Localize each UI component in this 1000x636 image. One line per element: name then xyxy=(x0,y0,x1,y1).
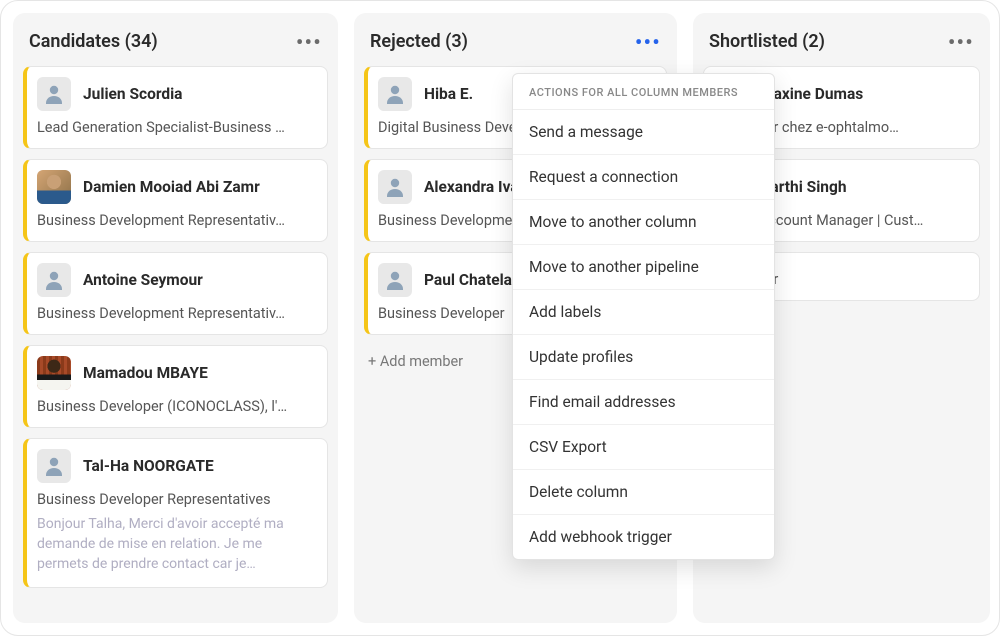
avatar-icon xyxy=(37,449,71,483)
column-title: Shortlisted (2) xyxy=(709,31,825,52)
candidate-name: Mamadou MBAYE xyxy=(83,364,208,382)
candidate-card[interactable]: Julien Scordia Lead Generation Specialis… xyxy=(23,66,328,149)
candidate-card[interactable]: Damien Mooiad Abi Zamr Business Developm… xyxy=(23,159,328,242)
menu-send-message[interactable]: Send a message xyxy=(513,110,774,155)
menu-update-profiles[interactable]: Update profiles xyxy=(513,335,774,380)
column-header: Candidates (34) ••• xyxy=(23,23,328,66)
menu-add-labels[interactable]: Add labels xyxy=(513,290,774,335)
menu-move-column[interactable]: Move to another column xyxy=(513,200,774,245)
candidate-card[interactable]: Tal-Ha NOORGATE Business Developer Repre… xyxy=(23,438,328,588)
candidate-name: Antoine Seymour xyxy=(83,271,203,289)
column-actions-menu: ACTIONS FOR ALL COLUMN MEMBERS Send a me… xyxy=(512,73,775,560)
avatar-icon xyxy=(37,77,71,111)
avatar-icon xyxy=(37,263,71,297)
avatar-photo xyxy=(37,170,71,204)
column-title: Candidates (34) xyxy=(29,31,158,52)
kanban-board: Candidates (34) ••• Julien Scordia Lead … xyxy=(0,0,1000,636)
column-header: Shortlisted (2) ••• xyxy=(703,23,980,66)
menu-move-pipeline[interactable]: Move to another pipeline xyxy=(513,245,774,290)
candidate-card[interactable]: Mamadou MBAYE Business Developer (ICONOC… xyxy=(23,345,328,428)
menu-csv-export[interactable]: CSV Export xyxy=(513,425,774,470)
more-icon[interactable]: ••• xyxy=(948,32,974,52)
menu-delete-column[interactable]: Delete column xyxy=(513,470,774,515)
candidate-name: Julien Scordia xyxy=(83,85,182,103)
menu-find-emails[interactable]: Find email addresses xyxy=(513,380,774,425)
avatar-icon xyxy=(378,77,412,111)
candidate-subtitle: Business Developer (ICONOCLASS), l'… xyxy=(37,398,315,415)
avatar-icon xyxy=(378,170,412,204)
candidate-subtitle: Lead Generation Specialist-Business … xyxy=(37,119,315,136)
more-icon[interactable]: ••• xyxy=(635,32,661,52)
column-header: Rejected (3) ••• xyxy=(364,23,667,66)
candidate-name: Paul Chatelain xyxy=(424,271,525,289)
avatar-photo xyxy=(37,356,71,390)
avatar-icon xyxy=(378,263,412,297)
candidate-name: Damien Mooiad Abi Zamr xyxy=(83,178,260,196)
menu-add-webhook[interactable]: Add webhook trigger xyxy=(513,515,774,559)
candidate-note: Bonjour Talha, Merci d'avoir accepté ma … xyxy=(37,515,315,575)
menu-request-connection[interactable]: Request a connection xyxy=(513,155,774,200)
more-icon[interactable]: ••• xyxy=(296,32,322,52)
candidate-name: Tal-Ha NOORGATE xyxy=(83,457,214,475)
candidate-card[interactable]: Antoine Seymour Business Development Rep… xyxy=(23,252,328,335)
candidate-name: Maxine Dumas xyxy=(760,85,863,103)
candidate-subtitle: Business Developer Representatives xyxy=(37,491,315,508)
menu-header: ACTIONS FOR ALL COLUMN MEMBERS xyxy=(513,74,774,110)
candidate-subtitle: Business Development Representativ… xyxy=(37,212,315,229)
column-title: Rejected (3) xyxy=(370,31,468,52)
candidate-subtitle: Business Development Representativ… xyxy=(37,305,315,322)
candidate-name: Hiba E. xyxy=(424,85,473,103)
column-candidates: Candidates (34) ••• Julien Scordia Lead … xyxy=(13,13,338,623)
